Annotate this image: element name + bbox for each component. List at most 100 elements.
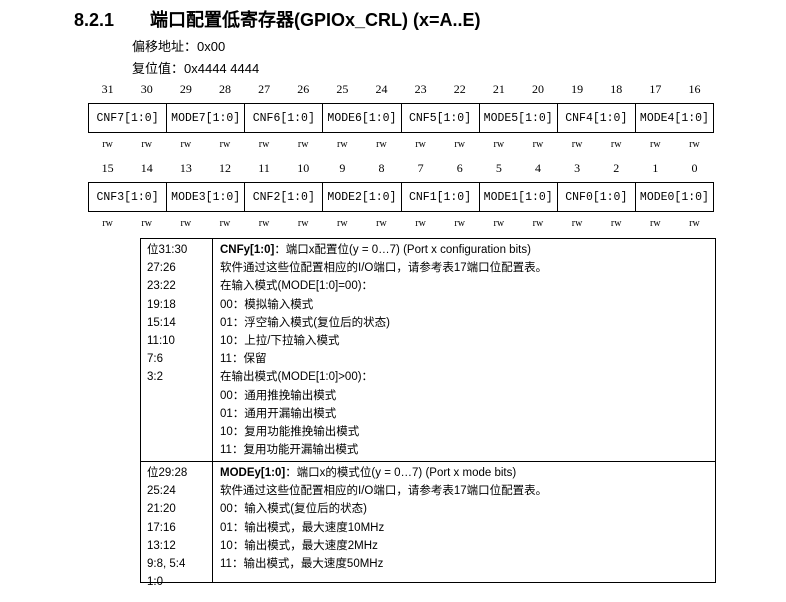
cnf-field-name: CNFy[1:0] <box>220 244 275 256</box>
access-type: rw <box>297 139 309 150</box>
bit-number: 11 <box>258 161 270 175</box>
upper-bit-numbers: 31 30 29 28 27 26 25 24 23 22 21 20 19 18 17 16 <box>88 82 714 98</box>
bit-number: 24 <box>375 82 388 96</box>
register-field: MODE5[1:0] <box>480 104 558 132</box>
access-type: rw <box>532 139 544 150</box>
bit-number: 4 <box>534 161 541 175</box>
cnf-description-row: 位31:30 27:26 23:22 19:18 15:14 11:10 7:6 3:2 CN… <box>141 239 715 461</box>
register-field: CNF4[1:0] <box>558 104 636 132</box>
mode-description: MODEy[1:0]：端口x的模式位(y = 0…7) (Port x mode… <box>213 462 715 583</box>
bit-description-table: 位31:30 27:26 23:22 19:18 15:14 11:10 7:6 3:2 CN… <box>140 238 716 588</box>
access-type: rw <box>297 218 309 229</box>
bit-number: 9 <box>339 161 346 175</box>
access-type: rw <box>493 139 505 150</box>
access-type: rw <box>454 139 465 150</box>
bit-number: 12 <box>218 161 231 175</box>
bit-position: 11:10 <box>147 334 175 347</box>
access-type: rw <box>415 218 426 229</box>
description-line: 在输出模式(MODE[1:0]>00)： <box>220 371 374 384</box>
bit-position: 19:18 <box>147 298 176 311</box>
register-field: MODE3[1:0] <box>167 183 246 211</box>
bit-number: 29 <box>179 82 192 96</box>
access-type: rw <box>610 218 622 229</box>
register-field: MODE0[1:0] <box>636 183 714 211</box>
description-line: 01：输出模式，最大速度10MHz <box>220 521 385 534</box>
reset-label: 复位值： <box>132 61 185 76</box>
upper-register-fields: CNF7[1:0] MODE7[1:0] CNF6[1:0] MODE6[1:0] CN… <box>88 103 714 133</box>
bit-number: 21 <box>492 82 505 96</box>
section-heading: 8.2.1 端口配置低寄存器(GPIOx_CRL) (x=A..E) <box>74 6 481 32</box>
description-line: 00：输入模式(复位后的状态) <box>220 503 367 516</box>
bit-number: 23 <box>414 82 427 96</box>
bit-number: 27 <box>258 82 271 96</box>
bit-number: 10 <box>297 161 310 175</box>
register-field: CNF6[1:0] <box>245 104 324 132</box>
bit-position: 9:8, 5:4 <box>147 557 186 570</box>
access-type: rw <box>689 139 700 150</box>
access-type: rw <box>180 218 192 229</box>
bit-number: 31 <box>101 82 114 96</box>
register-field: MODE2[1:0] <box>323 183 402 211</box>
access-type: rw <box>102 139 113 150</box>
access-type: rw <box>571 218 583 229</box>
description-line: 10：输出模式，最大速度2MHz <box>220 539 378 552</box>
bit-number: 15 <box>101 161 114 175</box>
description-line: 11：输出模式，最大速度50MHz <box>220 557 384 570</box>
mode-description-row: 位29:28 25:24 21:20 17:16 13:12 9:8, 5:4 1:0 MO… <box>141 461 715 588</box>
description-line: 软件通过这些位配置相应的I/O端口，请参考表17端口位配置表。 <box>220 262 548 275</box>
register-field: CNF1[1:0] <box>402 183 480 211</box>
section-number: 8.2.1 <box>74 10 115 30</box>
bit-number: 6 <box>456 161 463 175</box>
cnf-title: CNFy[1:0]：端口x配置位(y = 0…7) (Port x config… <box>220 241 715 259</box>
register-field: CNF3[1:0] <box>89 183 168 211</box>
bit-number: 26 <box>297 82 310 96</box>
lower-access-row: rw rw rw rw rw rw rw rw rw rw rw rw rw rw rw rw <box>88 218 714 234</box>
access-type: rw <box>219 139 231 150</box>
section-title: 端口配置低寄存器(GPIOx_CRL) (x=A..E) <box>150 10 481 30</box>
description-line: 11：复用功能开漏输出模式 <box>220 444 359 457</box>
bit-number: 14 <box>140 161 153 175</box>
description-line: 在输入模式(MODE[1:0]=00)： <box>220 280 374 293</box>
access-type: rw <box>337 139 348 150</box>
description-line: 01：通用开漏输出模式 <box>220 407 337 420</box>
bit-position: 27:26 <box>147 262 176 275</box>
bit-position: 1:0 <box>147 576 163 589</box>
cnf-bit-positions: 位31:30 27:26 23:22 19:18 15:14 11:10 7:6 3:2 <box>141 239 213 461</box>
bit-position: 15:14 <box>147 316 176 329</box>
register-field: CNF2[1:0] <box>245 183 324 211</box>
bit-number: 18 <box>610 82 623 96</box>
bit-number: 13 <box>179 161 192 175</box>
bit-number: 28 <box>218 82 231 96</box>
description-line: 10：复用功能推挽输出模式 <box>220 425 360 438</box>
bit-number: 1 <box>652 161 659 175</box>
lower-register-fields: CNF3[1:0] MODE3[1:0] CNF2[1:0] MODE2[1:0] CN… <box>88 182 714 212</box>
offset-value: 0x00 <box>197 39 226 54</box>
offset-address: 偏移地址：0x00 <box>132 36 225 55</box>
bit-number: 16 <box>688 82 701 96</box>
bit-position: 23:22 <box>147 280 176 293</box>
description-line: 11：保留 <box>220 353 267 366</box>
mode-field-name: MODEy[1:0] <box>220 467 286 479</box>
bit-position: 21:20 <box>147 503 176 516</box>
register-field: MODE4[1:0] <box>636 104 714 132</box>
bit-position: 25:24 <box>147 485 176 498</box>
access-type: rw <box>337 218 348 229</box>
access-type: rw <box>376 218 387 229</box>
bit-position: 3:2 <box>147 371 163 384</box>
bit-number: 8 <box>378 161 385 175</box>
access-type: rw <box>258 139 270 150</box>
bit-position: 位31:30 <box>147 244 188 256</box>
offset-label: 偏移地址： <box>132 39 198 54</box>
bit-number: 3 <box>574 161 581 175</box>
bit-position: 位29:28 <box>147 467 188 479</box>
bit-number: 25 <box>336 82 349 96</box>
bit-position: 17:16 <box>147 521 176 534</box>
register-field: CNF7[1:0] <box>89 104 168 132</box>
access-type: rw <box>454 218 465 229</box>
bit-number: 17 <box>649 82 662 96</box>
description-line: 01：浮空输入模式(复位后的状态) <box>220 316 390 329</box>
description-line: 00：模拟输入模式 <box>220 298 314 311</box>
bit-number: 30 <box>140 82 153 96</box>
access-type: rw <box>180 139 192 150</box>
access-type: rw <box>141 218 152 229</box>
